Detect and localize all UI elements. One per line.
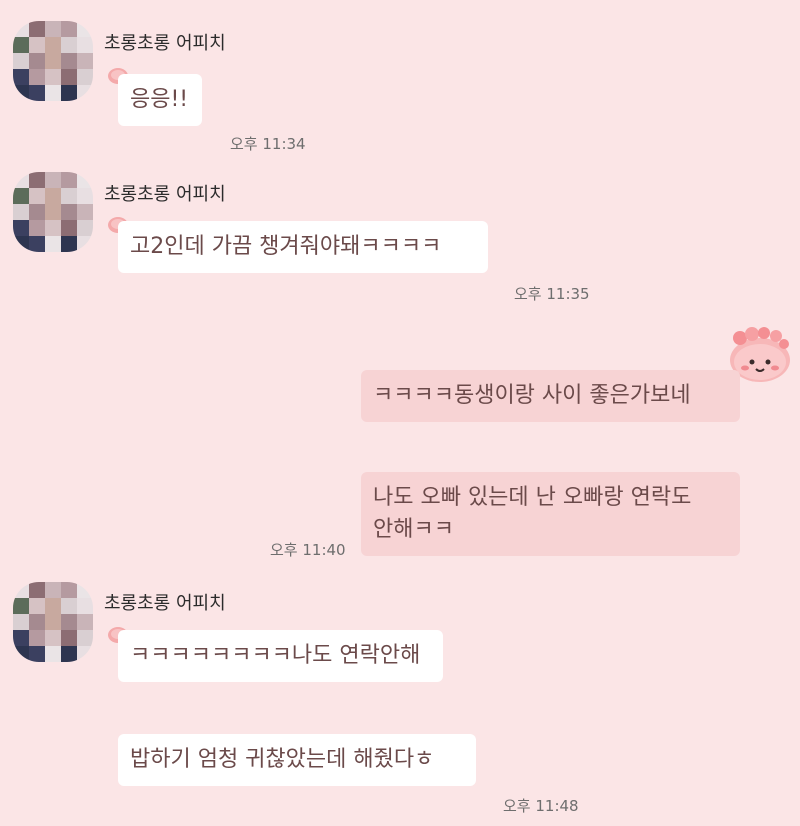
avatar-pixel	[29, 204, 45, 220]
avatar-pixel	[13, 85, 29, 101]
avatar-pixel	[61, 172, 77, 188]
avatar-pixel	[29, 236, 45, 252]
avatar-pixel	[45, 630, 61, 646]
avatar-pixel	[45, 21, 61, 37]
avatar-pixel	[61, 85, 77, 101]
avatar[interactable]	[13, 21, 93, 101]
avatar-pixel	[45, 204, 61, 220]
sender-name: 초롱초롱 어피치	[104, 593, 226, 614]
message-bubble-sent[interactable]: ㅋㅋㅋㅋ동생이랑 사이 좋은가보네	[361, 370, 740, 422]
avatar-pixel	[61, 236, 77, 252]
avatar-pixel	[61, 53, 77, 69]
avatar-pixel	[13, 172, 29, 188]
avatar-pixel	[45, 188, 61, 204]
avatar-pixel	[29, 598, 45, 614]
avatar-pixel	[77, 220, 93, 236]
avatar-pixel	[61, 204, 77, 220]
avatar-pixel	[61, 220, 77, 236]
avatar-pixel	[77, 598, 93, 614]
avatar-pixel	[29, 614, 45, 630]
avatar-pixel	[45, 614, 61, 630]
sender-name: 초롱초롱 어피치	[104, 33, 226, 54]
avatar-pixel	[29, 85, 45, 101]
avatar-pixel	[61, 69, 77, 85]
avatar-pixel	[29, 630, 45, 646]
avatar-pixel	[77, 204, 93, 220]
avatar-pixel	[45, 85, 61, 101]
message-line: 나도 오빠 있는데 난 오빠랑 연락도	[373, 485, 692, 510]
message-bubble-sent[interactable]: 나도 오빠 있는데 난 오빠랑 연락도 안해ㅋㅋ	[361, 472, 740, 556]
message-time: 오후 11:48	[503, 797, 579, 815]
message-bubble[interactable]: 응응!!	[118, 74, 202, 126]
avatar-pixel	[77, 646, 93, 662]
avatar-pixel	[13, 21, 29, 37]
avatar-pixel	[13, 204, 29, 220]
avatar-pixel	[13, 614, 29, 630]
message-bubble[interactable]: 밥하기 엄청 귀찮았는데 해줬다ㅎ	[118, 734, 476, 786]
avatar-pixel	[77, 172, 93, 188]
avatar-pixel	[29, 69, 45, 85]
avatar-pixel	[29, 172, 45, 188]
avatar-pixel	[45, 598, 61, 614]
avatar-pixel	[77, 188, 93, 204]
avatar-pixel	[61, 188, 77, 204]
avatar-pixel	[77, 614, 93, 630]
avatar-pixel	[77, 21, 93, 37]
avatar-pixel	[61, 21, 77, 37]
avatar-pixel	[61, 598, 77, 614]
avatar-pixel	[13, 188, 29, 204]
avatar-pixel	[13, 69, 29, 85]
avatar-pixel	[45, 646, 61, 662]
avatar-pixel	[29, 53, 45, 69]
avatar-pixel	[13, 630, 29, 646]
avatar-pixel	[77, 236, 93, 252]
avatar-pixel	[13, 53, 29, 69]
avatar-pixel	[45, 582, 61, 598]
avatar-pixel	[77, 53, 93, 69]
avatar-pixel	[45, 236, 61, 252]
message-time: 오후 11:35	[514, 285, 590, 303]
avatar-pixel	[61, 582, 77, 598]
avatar-pixel	[77, 69, 93, 85]
avatar-pixel	[29, 21, 45, 37]
avatar-pixel	[61, 630, 77, 646]
avatar-pixel	[45, 172, 61, 188]
avatar-pixel	[61, 646, 77, 662]
message-bubble[interactable]: 고2인데 가끔 챙겨줘야돼ㅋㅋㅋㅋ	[118, 221, 488, 273]
message-bubble[interactable]: ㅋㅋㅋㅋㅋㅋㅋㅋ나도 연락안해	[118, 630, 443, 682]
avatar-pixel	[45, 69, 61, 85]
avatar-pixel	[29, 582, 45, 598]
message-line: 안해ㅋㅋ	[373, 517, 454, 542]
message-time: 오후 11:34	[230, 135, 306, 153]
avatar[interactable]	[13, 172, 93, 252]
message-time: 오후 11:40	[270, 541, 346, 559]
avatar-pixel	[77, 85, 93, 101]
avatar-pixel	[29, 220, 45, 236]
avatar-pixel	[13, 582, 29, 598]
avatar-pixel	[77, 582, 93, 598]
avatar-pixel	[29, 37, 45, 53]
avatar-pixel	[29, 188, 45, 204]
avatar-pixel	[13, 220, 29, 236]
avatar-pixel	[61, 37, 77, 53]
avatar-pixel	[45, 37, 61, 53]
avatar-pixel	[13, 598, 29, 614]
avatar-pixel	[13, 37, 29, 53]
avatar-pixel	[45, 220, 61, 236]
avatar-pixel	[45, 53, 61, 69]
avatar[interactable]	[13, 582, 93, 662]
avatar-pixel	[77, 630, 93, 646]
sender-name: 초롱초롱 어피치	[104, 184, 226, 205]
avatar-pixel	[29, 646, 45, 662]
avatar-pixel	[13, 646, 29, 662]
avatar-pixel	[77, 37, 93, 53]
avatar-pixel	[13, 236, 29, 252]
avatar-pixel	[61, 614, 77, 630]
